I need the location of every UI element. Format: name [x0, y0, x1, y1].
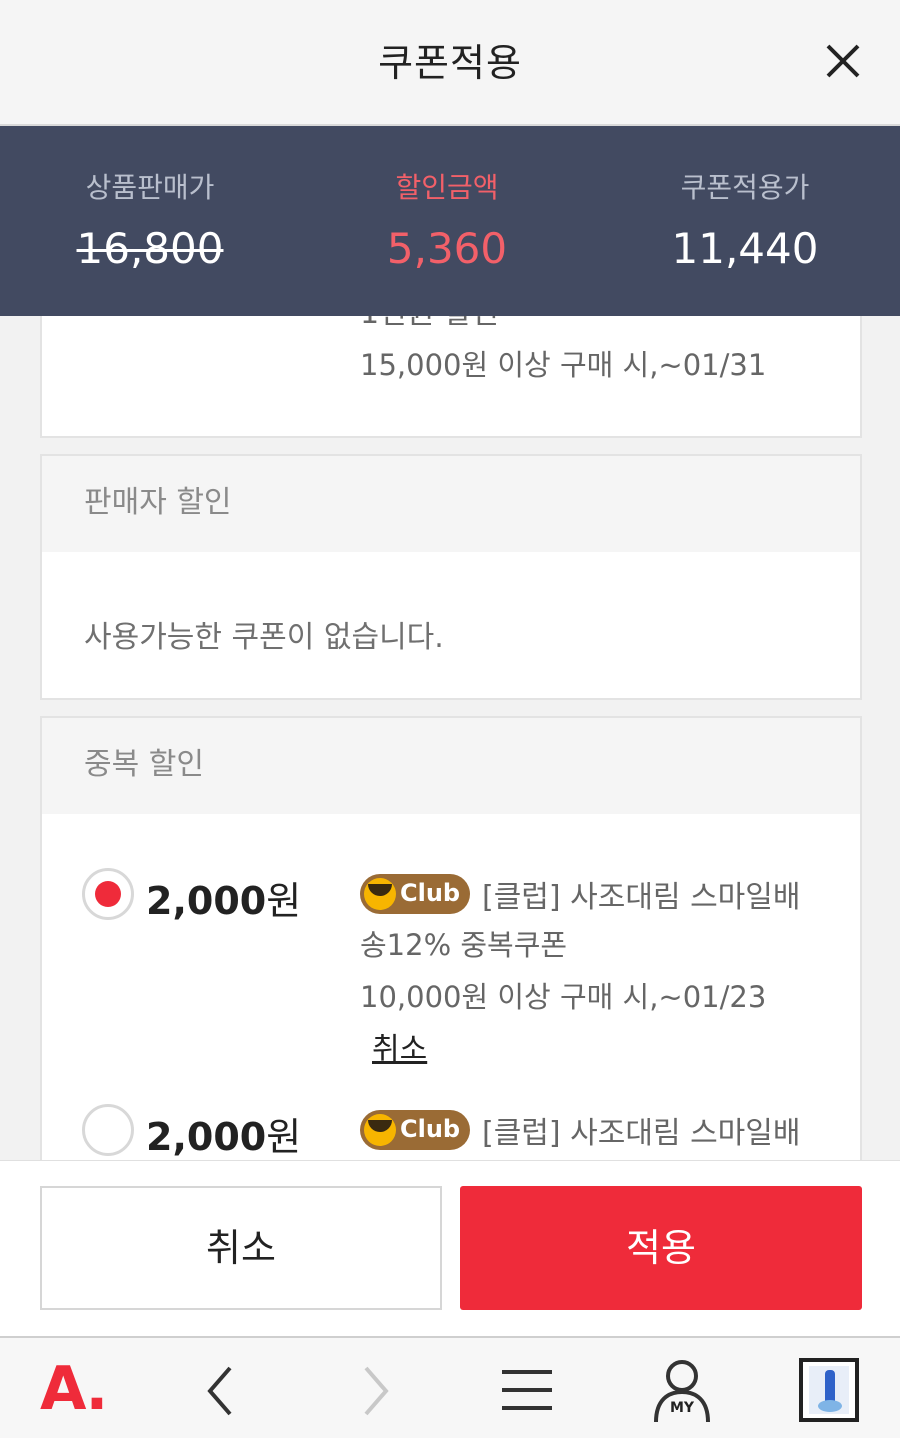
- coupon-card-partial: 1천원 할인 15,000원 이상 구매 시,~01/31: [40, 316, 862, 438]
- coupon-amount: 2,000원: [146, 879, 302, 923]
- club-icon: [364, 1114, 396, 1146]
- coupon-amount: 2,000원: [146, 1115, 302, 1159]
- section-title: 중복 할인: [42, 718, 860, 814]
- original-price: 16,800: [76, 224, 224, 273]
- my-label: MY: [669, 1400, 695, 1416]
- original-price-block: 상품판매가 16,800: [60, 166, 240, 273]
- coupon-name: [클럽] 사조대림 스마일배: [482, 880, 801, 915]
- discount-label: 할인금액: [395, 171, 499, 204]
- club-badge: Club: [360, 1110, 470, 1150]
- action-bar: 취소 적용: [0, 1160, 900, 1336]
- menu-icon[interactable]: [498, 1356, 556, 1426]
- price-summary: 상품판매가 16,800 − 할인금액 5,360 = 쿠폰적용가 11,440: [0, 126, 900, 392]
- close-icon[interactable]: [812, 32, 872, 92]
- tabs-icon[interactable]: [797, 1356, 861, 1426]
- coupon-condition: 10,000원 이상 구매 시,~01/23: [360, 980, 767, 1014]
- final-price: 11,440: [671, 224, 819, 273]
- club-icon: [364, 878, 396, 910]
- browser-nav-bar: A. MY: [0, 1336, 900, 1438]
- coupon-partial-name: 1천원 할인: [360, 316, 499, 332]
- coupon-cancel-link[interactable]: 취소: [372, 1024, 427, 1068]
- back-icon[interactable]: [196, 1356, 246, 1426]
- forward-icon[interactable]: [350, 1356, 400, 1426]
- club-badge: Club: [360, 874, 470, 914]
- radio-selected[interactable]: [82, 868, 134, 920]
- duplicate-discount-card: 중복 할인 2,000원 Club [클럽] 사조대림 스마일배 송12% 중복…: [40, 716, 862, 1161]
- section-title: 판매자 할인: [42, 456, 860, 552]
- apply-button[interactable]: 적용: [460, 1186, 862, 1310]
- coupon-list[interactable]: 1천원 할인 15,000원 이상 구매 시,~01/31 판매자 할인 사용가…: [0, 316, 900, 1161]
- page-title: 쿠폰적용: [378, 41, 522, 85]
- empty-message: 사용가능한 쿠폰이 없습니다.: [84, 620, 444, 655]
- coupon-name: [클럽] 사조대림 스마일배: [482, 1116, 801, 1151]
- cancel-button[interactable]: 취소: [40, 1186, 442, 1310]
- original-price-label: 상품판매가: [85, 171, 215, 204]
- final-price-block: 쿠폰적용가 11,440: [655, 166, 835, 273]
- final-price-label: 쿠폰적용가: [680, 171, 810, 204]
- coupon-name-cont: 송12% 중복쿠폰: [360, 928, 568, 962]
- discount-amount: 5,360: [386, 224, 508, 273]
- app-logo[interactable]: A.: [40, 1354, 108, 1424]
- modal-header: 쿠폰적용: [0, 0, 900, 126]
- coupon-condition: 15,000원 이상 구매 시,~01/31: [360, 348, 767, 382]
- discount-block: 할인금액 5,360: [357, 166, 537, 273]
- radio-unselected[interactable]: [82, 1104, 134, 1156]
- seller-discount-card: 판매자 할인 사용가능한 쿠폰이 없습니다.: [40, 454, 862, 700]
